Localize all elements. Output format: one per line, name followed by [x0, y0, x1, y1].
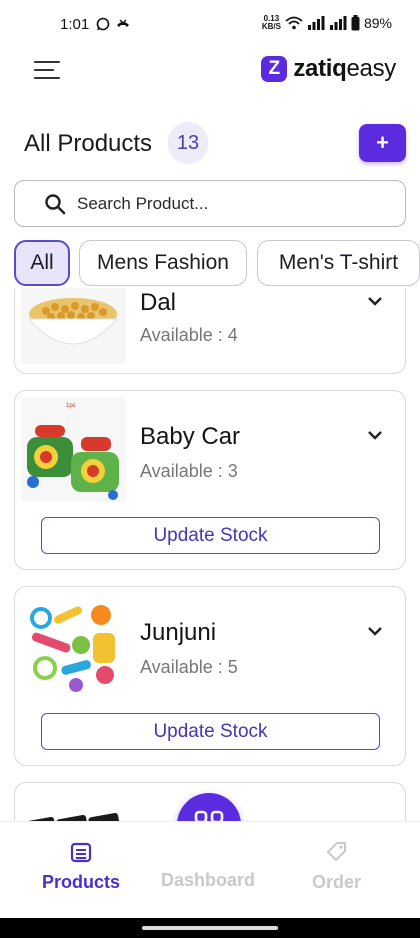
- product-count-badge: 13: [168, 122, 208, 164]
- page-title: All Products: [24, 130, 153, 157]
- nav-order-label: Order: [312, 872, 362, 892]
- product-card-dal[interactable]: Dal Available : 4: [14, 288, 406, 374]
- missed-call-icon: [117, 19, 129, 27]
- battery-icon: [351, 15, 360, 31]
- signal-icon-2: [329, 16, 347, 30]
- product-availability: Available : 5: [140, 657, 238, 677]
- chip-all[interactable]: All: [14, 240, 70, 286]
- nav-dashboard[interactable]: Dashboard: [161, 870, 255, 891]
- menu-icon: [34, 61, 60, 63]
- chip-mens-fashion[interactable]: Mens Fashion: [79, 240, 247, 286]
- product-image: 1pc: [21, 397, 126, 502]
- brand-mark-icon: Z: [261, 56, 288, 82]
- nav-products-label: Products: [42, 872, 121, 892]
- nav-products[interactable]: Products: [42, 840, 120, 893]
- status-time: 1:01: [60, 16, 90, 33]
- product-image: [21, 593, 126, 698]
- battery-percent: 89%: [363, 15, 392, 31]
- status-bar: 1:01 0.13 KB/S 89%: [0, 0, 420, 52]
- svg-text:1pc: 1pc: [66, 403, 76, 409]
- search-placeholder: Search Product...: [77, 193, 209, 213]
- update-stock-button[interactable]: Update Stock: [41, 713, 380, 750]
- signal-icon: [307, 16, 325, 30]
- product-image: [21, 789, 126, 821]
- product-name: Dal: [140, 289, 177, 316]
- product-card-baby-car[interactable]: 1pc Baby Car Available : 3 Update Stock: [14, 390, 406, 570]
- brand-logo: Z zatiqeasy: [261, 55, 396, 83]
- bottom-navigation: Products Dashboard Order: [0, 821, 420, 918]
- chevron-down-icon[interactable]: [367, 625, 383, 637]
- search-input[interactable]: Search Product...: [14, 180, 406, 227]
- network-speed: 0.13 KB/S: [261, 14, 281, 31]
- search-icon: [45, 193, 66, 214]
- category-filter-bar: All Mens Fashion Men's T-shirt: [14, 240, 420, 288]
- product-list: Dal Available : 4 1pc Baby Car Available…: [0, 288, 420, 821]
- add-product-button[interactable]: +: [359, 124, 406, 162]
- product-availability: Available : 4: [140, 325, 238, 345]
- product-name: Baby Car: [140, 423, 241, 450]
- product-availability: Available : 3: [140, 461, 238, 481]
- home-indicator[interactable]: [142, 926, 278, 930]
- chip-mens-tshirt[interactable]: Men's T-shirt: [257, 240, 420, 286]
- chevron-down-icon[interactable]: [367, 295, 383, 307]
- menu-button[interactable]: [34, 58, 60, 82]
- update-stock-button[interactable]: Update Stock: [41, 517, 380, 554]
- archive-box-icon: [70, 842, 92, 863]
- tag-icon: [326, 842, 346, 862]
- product-name: Junjuni: [140, 619, 217, 646]
- product-image: [21, 288, 126, 364]
- nav-order[interactable]: Order: [312, 840, 361, 893]
- whatsapp-icon: [96, 17, 110, 31]
- nav-dashboard-label: Dashboard: [161, 870, 256, 890]
- chevron-down-icon[interactable]: [367, 429, 383, 441]
- product-card-junjuni[interactable]: Junjuni Available : 5 Update Stock: [14, 586, 406, 766]
- wifi-icon: [285, 16, 303, 30]
